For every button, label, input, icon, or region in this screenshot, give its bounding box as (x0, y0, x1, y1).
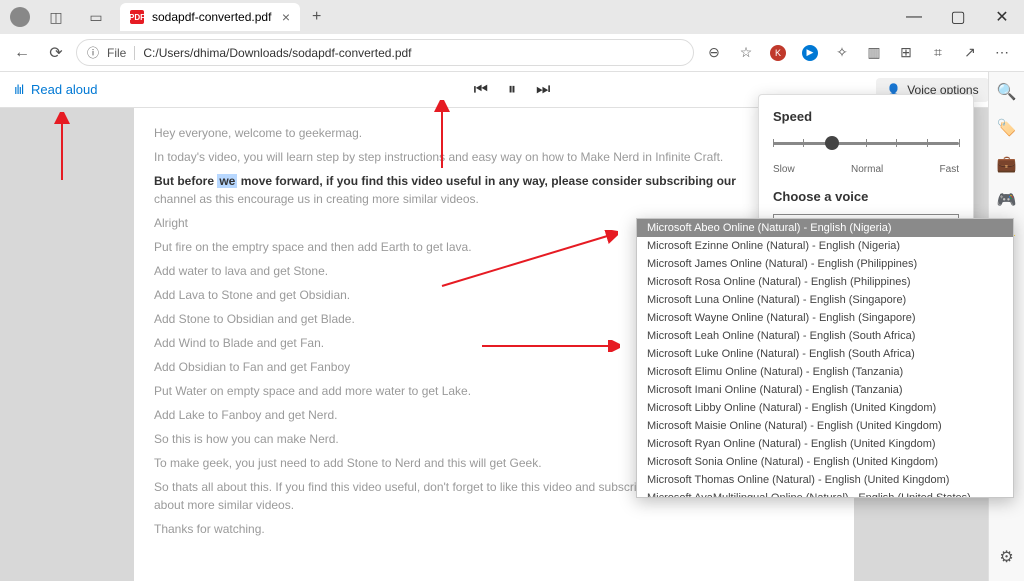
split-icon[interactable]: ▥ (860, 39, 888, 67)
voice-option[interactable]: Microsoft Luke Online (Natural) - Englis… (637, 345, 1013, 363)
tag-icon[interactable]: 🏷️ (997, 118, 1017, 138)
tab-title: sodapdf-converted.pdf (152, 10, 271, 24)
address-bar: ← ⟳ ⓘ File C:/Users/dhima/Downloads/soda… (0, 34, 1024, 72)
refresh-button[interactable]: ⟳ (42, 39, 70, 67)
title-bar: ◫ ▭ PDF sodapdf-converted.pdf × + — ▢ ✕ (0, 0, 1024, 34)
choose-voice-label: Choose a voice (773, 189, 959, 204)
maximize-button[interactable]: ▢ (936, 2, 980, 32)
doc-text-highlight: But before we move forward, if you find … (154, 172, 834, 208)
slider-thumb[interactable] (825, 136, 839, 150)
voice-option[interactable]: Microsoft Luna Online (Natural) - Englis… (637, 291, 1013, 309)
ext-k-icon[interactable]: K (764, 39, 792, 67)
briefcase-icon[interactable]: 💼 (997, 154, 1017, 174)
voice-option[interactable]: Microsoft Maisie Online (Natural) - Engl… (637, 417, 1013, 435)
tab-actions-icon[interactable]: ▭ (82, 3, 110, 31)
info-icon[interactable]: ⓘ (87, 44, 99, 61)
close-tab-icon[interactable]: × (282, 9, 290, 25)
voice-dropdown-list[interactable]: Microsoft Abeo Online (Natural) - Englis… (636, 218, 1014, 498)
slow-label: Slow (773, 164, 795, 175)
voice-option[interactable]: Microsoft Elimu Online (Natural) - Engli… (637, 363, 1013, 381)
settings-icon[interactable]: ⚙ (997, 547, 1017, 567)
voice-option[interactable]: Microsoft Leah Online (Natural) - Englis… (637, 327, 1013, 345)
screenshot-icon[interactable]: ⌗ (924, 39, 952, 67)
speed-label: Speed (773, 109, 959, 124)
next-paragraph-button[interactable]: ⏭ (536, 81, 550, 99)
doc-text: In today's video, you will learn step by… (154, 148, 834, 166)
normal-label: Normal (851, 164, 883, 175)
sound-bars-icon: ılıl (14, 82, 23, 97)
more-icon[interactable]: ⋯ (988, 39, 1016, 67)
pdf-icon: PDF (130, 10, 144, 24)
back-button[interactable]: ← (8, 39, 36, 67)
new-tab-button[interactable]: + (308, 4, 325, 30)
pause-button[interactable]: ⏸ (508, 81, 516, 99)
voice-option[interactable]: Microsoft Abeo Online (Natural) - Englis… (637, 219, 1013, 237)
fast-label: Fast (940, 164, 959, 175)
workspaces-icon[interactable]: ◫ (42, 3, 70, 31)
speed-slider[interactable] (773, 134, 959, 164)
read-aloud-button[interactable]: ılıl Read aloud (14, 82, 98, 97)
voice-option[interactable]: Microsoft Libby Online (Natural) - Engli… (637, 399, 1013, 417)
voice-option[interactable]: Microsoft Ezinne Online (Natural) - Engl… (637, 237, 1013, 255)
voice-option[interactable]: Microsoft Imani Online (Natural) - Engli… (637, 381, 1013, 399)
search-icon[interactable]: 🔍 (997, 82, 1017, 102)
close-window-button[interactable]: ✕ (980, 2, 1024, 32)
profile-avatar[interactable] (10, 7, 30, 27)
voice-option[interactable]: Microsoft Sonia Online (Natural) - Engli… (637, 453, 1013, 471)
browser-tab[interactable]: PDF sodapdf-converted.pdf × (120, 3, 300, 31)
doc-text: Hey everyone, welcome to geekermag. (154, 124, 834, 142)
ext-play-icon[interactable]: ▶ (796, 39, 824, 67)
read-aloud-label: Read aloud (31, 82, 98, 97)
games-icon[interactable]: 🎮 (997, 190, 1017, 210)
voice-option[interactable]: Microsoft James Online (Natural) - Engli… (637, 255, 1013, 273)
url-text: C:/Users/dhima/Downloads/sodapdf-convert… (143, 46, 411, 60)
voice-option[interactable]: Microsoft Rosa Online (Natural) - Englis… (637, 273, 1013, 291)
voice-option[interactable]: Microsoft Wayne Online (Natural) - Engli… (637, 309, 1013, 327)
prev-paragraph-button[interactable]: ⏮ (474, 81, 488, 99)
scheme-label: File (107, 46, 135, 60)
extensions-icon[interactable]: ✧ (828, 39, 856, 67)
doc-text: Thanks for watching. (154, 520, 834, 538)
zoom-icon[interactable]: ⊖ (700, 39, 728, 67)
favorite-icon[interactable]: ☆ (732, 39, 760, 67)
collections-icon[interactable]: ⊞ (892, 39, 920, 67)
share-icon[interactable]: ↗ (956, 39, 984, 67)
voice-option[interactable]: Microsoft Thomas Online (Natural) - Engl… (637, 471, 1013, 489)
voice-option[interactable]: Microsoft Ryan Online (Natural) - Englis… (637, 435, 1013, 453)
minimize-button[interactable]: — (892, 2, 936, 32)
url-field[interactable]: ⓘ File C:/Users/dhima/Downloads/sodapdf-… (76, 39, 694, 66)
voice-option[interactable]: Microsoft AvaMultilingual Online (Natura… (637, 489, 1013, 498)
